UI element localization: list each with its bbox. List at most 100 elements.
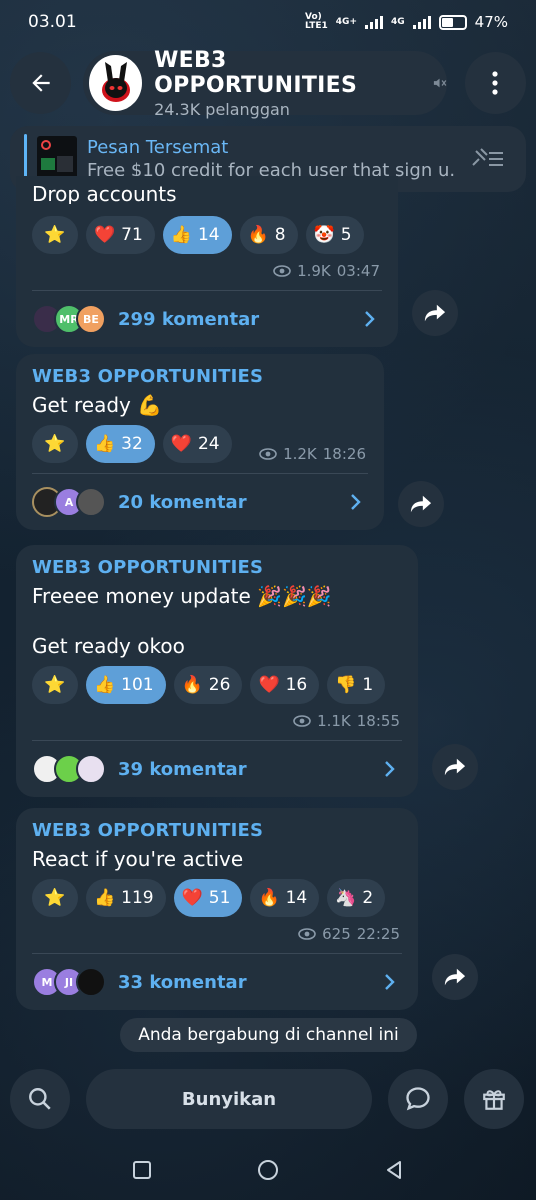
- paid-star-reaction[interactable]: ⭐: [32, 879, 78, 917]
- reaction-heart[interactable]: ❤️ 16: [250, 666, 320, 704]
- fire-icon: 🔥: [181, 675, 203, 695]
- share-button[interactable]: [412, 290, 458, 336]
- reaction-heart[interactable]: ❤️ 51: [173, 879, 243, 917]
- post-sender: WEB3 OPPORTUNITIES: [32, 820, 264, 841]
- heart-icon: ❤️: [258, 675, 280, 695]
- view-count: 1.2K: [283, 445, 317, 463]
- more-vertical-icon: [492, 71, 498, 95]
- comments-count: 39 komentar: [118, 758, 247, 780]
- paid-star-reaction[interactable]: ⭐: [32, 425, 78, 463]
- unmute-button[interactable]: Bunyikan: [86, 1069, 372, 1129]
- comments-link[interactable]: MR BE 299 komentar: [32, 291, 382, 347]
- chevron-right-icon: [351, 494, 361, 510]
- reaction-heart[interactable]: ❤️ 71: [86, 216, 155, 254]
- system-nav-bar: [0, 1140, 536, 1200]
- comments-link[interactable]: M JI 33 komentar: [32, 954, 402, 1010]
- post-text-line-2: Get ready okoo: [32, 634, 185, 658]
- status-bar: 03.01 Vo) LTE1 4G+ 4G 47%: [0, 0, 536, 44]
- post-meta: 1.1K 18:55: [32, 712, 402, 730]
- chevron-right-icon: [385, 974, 395, 990]
- fire-icon: 🔥: [247, 225, 269, 245]
- reaction-thumbs-up[interactable]: 👍 119: [86, 879, 166, 917]
- muted-icon: [433, 78, 447, 88]
- reaction-thumbs-up[interactable]: 👍 101: [86, 666, 166, 704]
- post-meta: 1.9K 03:47: [32, 262, 382, 280]
- back-button[interactable]: [10, 52, 72, 114]
- star-icon: ⭐: [44, 675, 66, 695]
- battery-icon: [438, 14, 467, 30]
- reaction-thumbs-up[interactable]: 👍 14: [162, 216, 232, 254]
- comments-count: 33 komentar: [118, 971, 247, 993]
- reactions-row: ⭐ ❤️ 71 👍 14 🔥 8 🤡 5: [32, 216, 382, 254]
- network-type-2: 4G: [391, 16, 405, 27]
- paid-star-reaction[interactable]: ⭐: [32, 216, 78, 254]
- commenter-avatar: [76, 487, 106, 517]
- reaction-fire[interactable]: 🔥 8: [239, 216, 298, 254]
- thumbs-up-icon: 👍: [94, 434, 116, 454]
- channel-info[interactable]: WEB3 OPPORTUNITIES 24.3K pelanggan: [83, 48, 447, 119]
- commenter-avatar: BE: [76, 304, 106, 334]
- channel-avatar: [89, 55, 143, 111]
- pinned-title: Pesan Tersemat: [87, 137, 229, 158]
- star-icon: ⭐: [44, 888, 66, 908]
- view-count: 1.9K: [297, 262, 331, 280]
- star-icon: ⭐: [44, 225, 66, 245]
- search-button[interactable]: [10, 1069, 70, 1129]
- home-icon[interactable]: [257, 1159, 279, 1181]
- reaction-fire[interactable]: 🔥 26: [173, 666, 243, 704]
- unicorn-icon: 🦄: [335, 888, 357, 908]
- thumbs-up-icon: 👍: [170, 225, 192, 245]
- post-time: 22:25: [356, 925, 400, 943]
- view-count: 1.1K: [317, 712, 351, 730]
- share-button[interactable]: [432, 954, 478, 1000]
- share-arrow-icon: [444, 758, 466, 776]
- discussion-button[interactable]: [388, 1069, 448, 1129]
- network-type-1: 4G+: [335, 16, 357, 27]
- search-icon: [29, 1088, 51, 1110]
- reaction-thumbs-down[interactable]: 👎 1: [327, 666, 386, 704]
- heart-icon: ❤️: [170, 434, 192, 454]
- gift-button[interactable]: [464, 1069, 524, 1129]
- recents-icon[interactable]: [132, 1160, 152, 1180]
- channel-post: Drop accounts ⭐ ❤️ 71 👍 14 🔥 8 🤡 5 1.9K 03:4…: [16, 176, 398, 347]
- comments-link[interactable]: 39 komentar: [32, 741, 402, 797]
- post-meta: 1.2K 18:26: [259, 445, 368, 463]
- post-time: 18:55: [356, 712, 400, 730]
- chat-header: WEB3 OPPORTUNITIES 24.3K pelanggan: [10, 48, 526, 119]
- share-button[interactable]: [432, 744, 478, 790]
- chevron-right-icon: [365, 311, 375, 327]
- share-button[interactable]: [398, 481, 444, 527]
- post-sender: WEB3 OPPORTUNITIES: [32, 366, 264, 387]
- eye-icon: [293, 715, 311, 727]
- more-options-button[interactable]: [464, 52, 526, 114]
- pinned-list-icon[interactable]: [469, 147, 505, 171]
- reaction-thumbs-up[interactable]: 👍 32: [86, 425, 155, 463]
- back-nav-icon[interactable]: [384, 1160, 404, 1180]
- thumbs-up-icon: 👍: [94, 888, 116, 908]
- battery-level: 47%: [474, 13, 508, 31]
- eye-icon: [273, 265, 291, 277]
- comments-link[interactable]: A 20 komentar: [32, 474, 368, 530]
- heart-icon: ❤️: [181, 888, 203, 908]
- reaction-clown[interactable]: 🤡 5: [305, 216, 364, 254]
- clown-icon: 🤡: [313, 225, 335, 245]
- reaction-heart[interactable]: ❤️ 24: [162, 425, 232, 463]
- post-time: 18:26: [322, 445, 366, 463]
- channel-post: WEB3 OPPORTUNITIES Freeee money update 🎉…: [16, 545, 418, 797]
- status-time: 03.01: [28, 12, 77, 32]
- bottom-bar: Bunyikan: [10, 1068, 526, 1130]
- reactions-row: ⭐ 👍 119 ❤️ 51 🔥 14 🦄 2: [32, 879, 402, 917]
- reactions-row: ⭐ 👍 32 ❤️ 24: [32, 425, 232, 463]
- chat-bubble-icon: [406, 1087, 430, 1111]
- arrow-left-icon: [31, 74, 50, 92]
- comments-count: 299 komentar: [118, 308, 260, 330]
- reaction-unicorn[interactable]: 🦄 2: [327, 879, 386, 917]
- heart-icon: ❤️: [94, 225, 116, 245]
- signal-icon: [365, 15, 383, 29]
- commenter-avatar: [76, 967, 106, 997]
- joined-channel-notice: Anda bergabung di channel ini: [120, 1018, 417, 1052]
- paid-star-reaction[interactable]: ⭐: [32, 666, 78, 704]
- share-arrow-icon: [410, 495, 432, 513]
- signal-icon-2: [412, 15, 431, 29]
- reaction-fire[interactable]: 🔥 14: [250, 879, 320, 917]
